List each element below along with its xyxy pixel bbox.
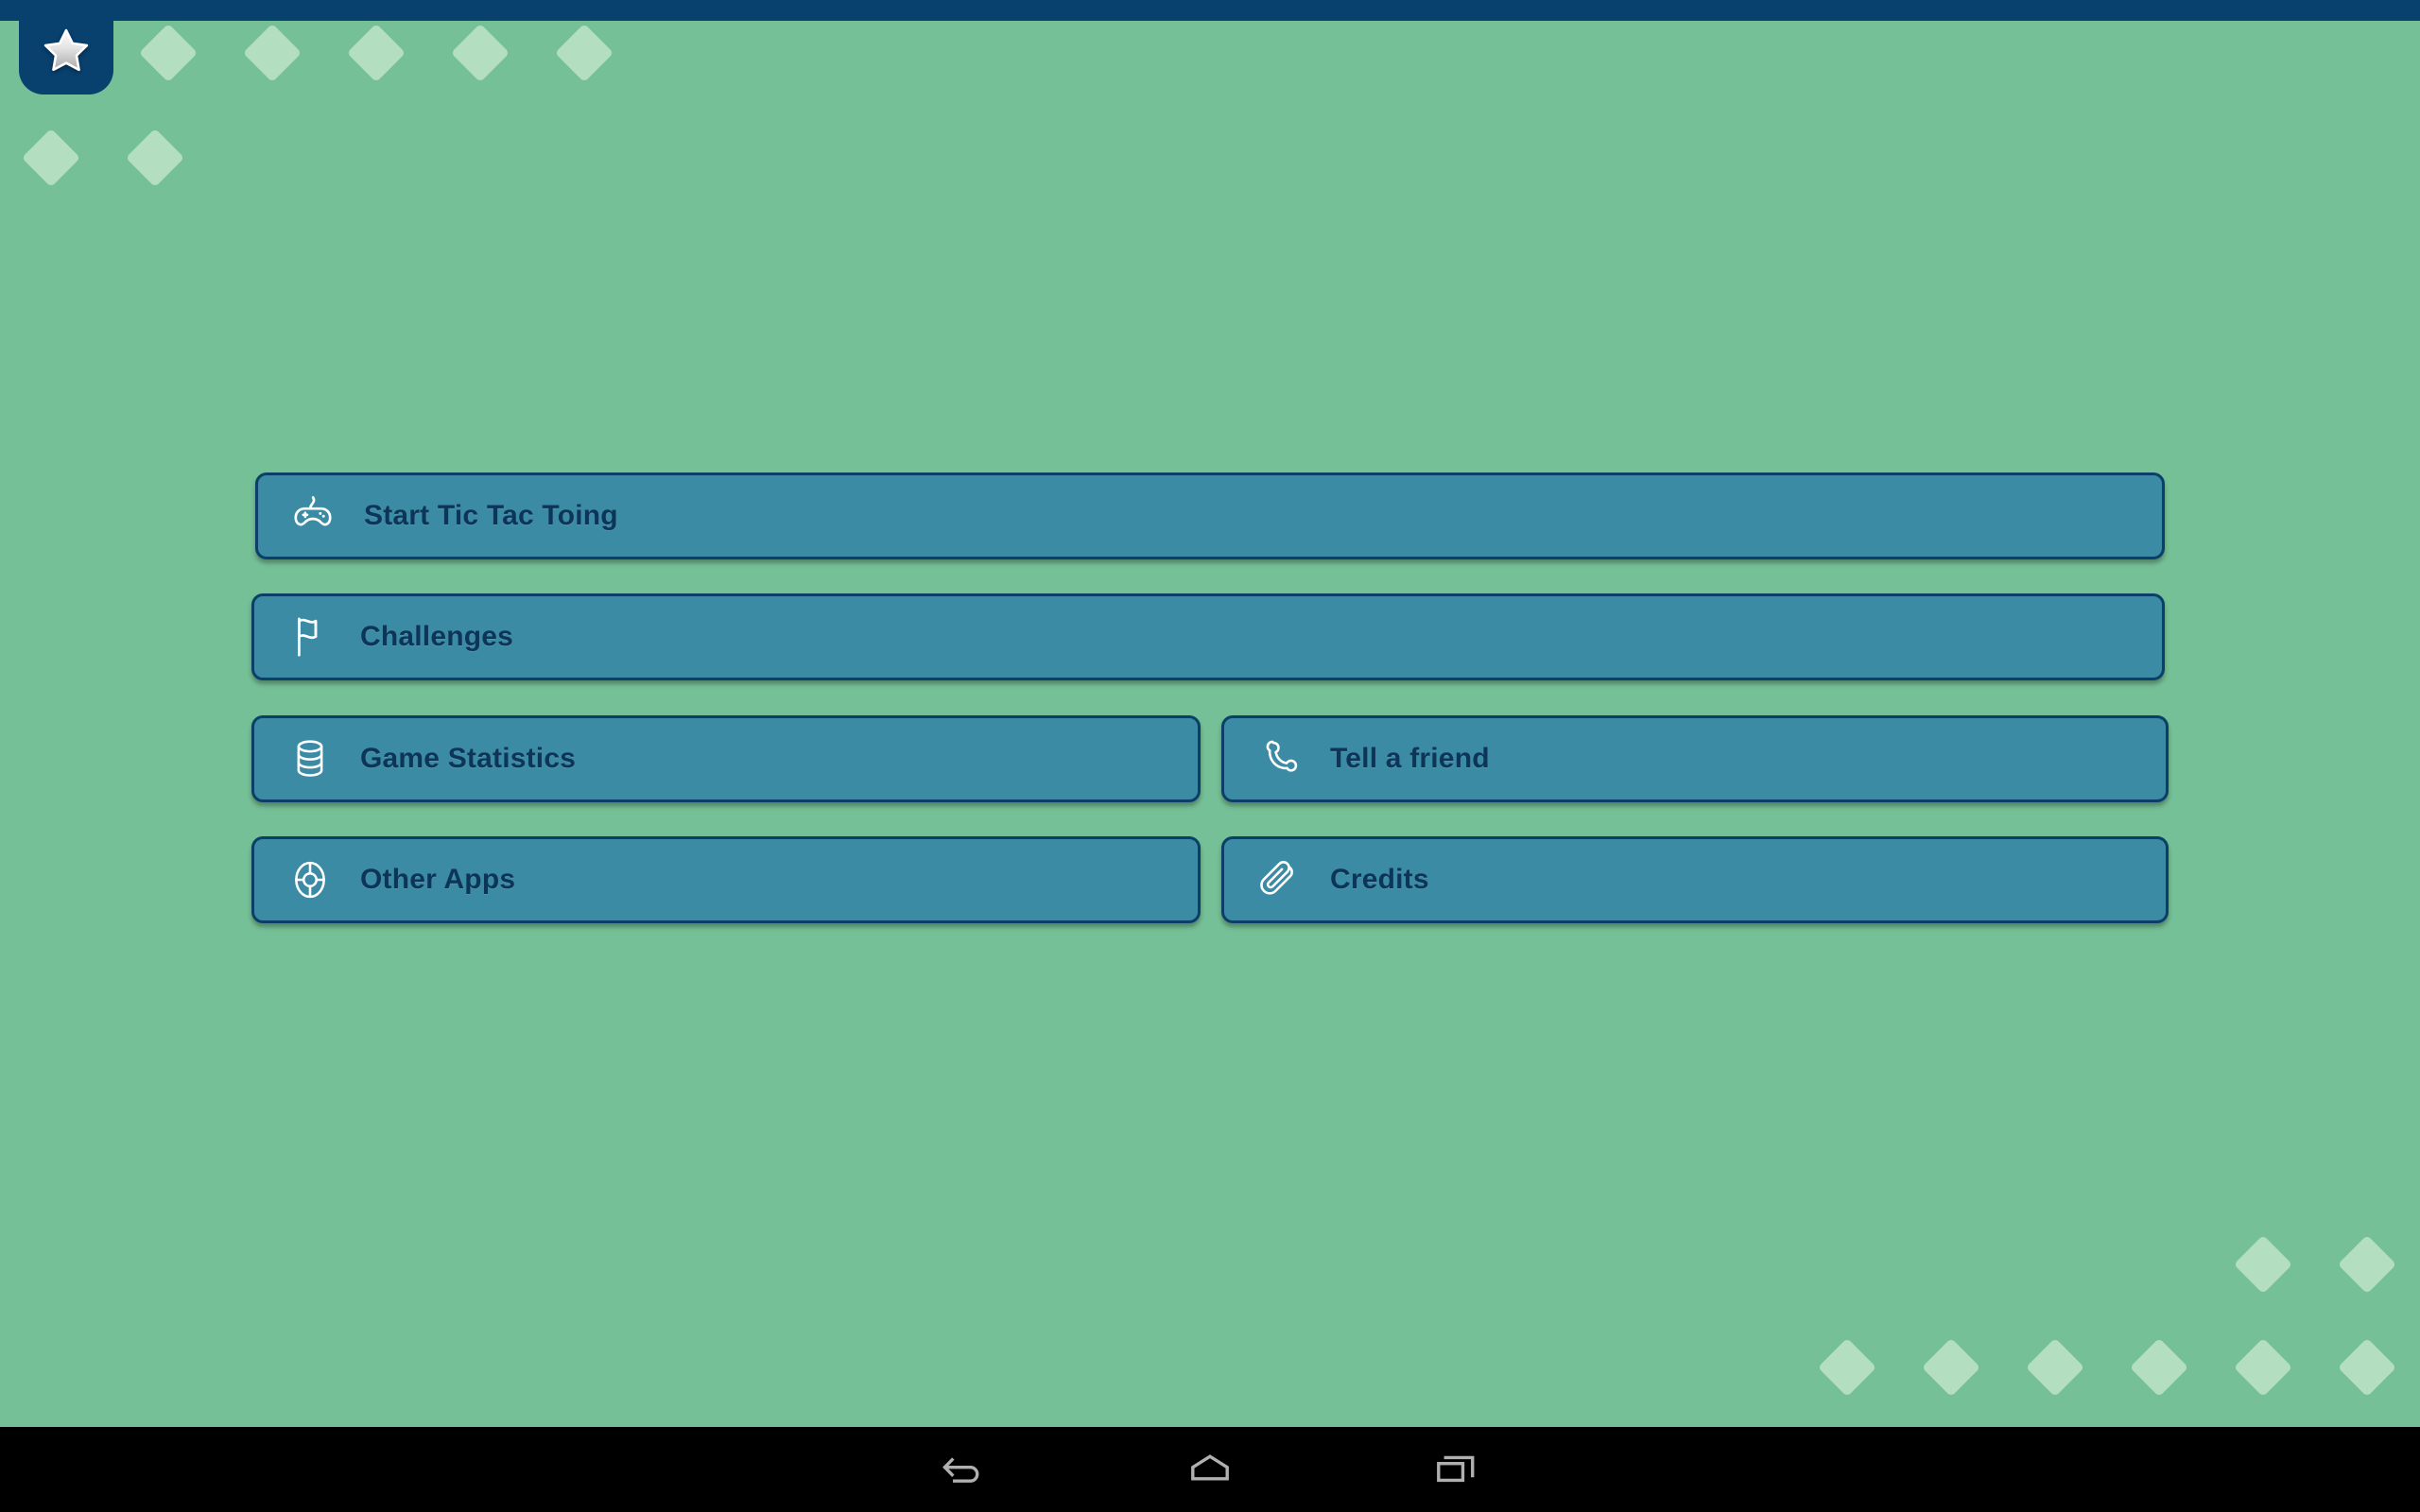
decorative-diamond	[242, 23, 302, 83]
decorative-diamond	[2025, 1337, 2085, 1398]
decorative-diamond	[2337, 1234, 2397, 1295]
decorative-diamond	[2337, 1337, 2397, 1398]
game-statistics-button[interactable]: Game Statistics	[251, 715, 1201, 802]
menu-row: Other Apps Credits	[251, 836, 2169, 923]
credits-button[interactable]: Credits	[1221, 836, 2169, 923]
database-icon	[281, 735, 339, 782]
tell-a-friend-button[interactable]: Tell a friend	[1221, 715, 2169, 802]
decorative-diamond	[1921, 1337, 1981, 1398]
menu-button-label: Challenges	[360, 621, 514, 652]
app-screen: Start Tic Tac Toing Challenges Game Stat…	[0, 0, 2420, 1512]
status-bar	[0, 0, 2420, 21]
menu-button-label: Start Tic Tac Toing	[364, 500, 618, 531]
decorative-diamond	[125, 128, 185, 188]
nav-back-button[interactable]	[884, 1427, 1045, 1512]
decorative-diamond	[450, 23, 510, 83]
menu-row: Challenges	[251, 593, 2165, 680]
android-nav-bar	[0, 1427, 2420, 1512]
menu-row: Start Tic Tac Toing	[255, 472, 2165, 559]
paperclip-icon	[1251, 856, 1309, 903]
decorative-diamond	[2233, 1234, 2293, 1295]
menu-button-label: Game Statistics	[360, 743, 577, 774]
phone-icon	[1251, 735, 1309, 782]
decorative-diamond	[346, 23, 406, 83]
start-game-button[interactable]: Start Tic Tac Toing	[255, 472, 2165, 559]
home-icon	[1184, 1443, 1236, 1496]
favorites-star-tab[interactable]	[19, 0, 113, 94]
lifebuoy-icon	[281, 856, 339, 903]
recent-apps-icon	[1429, 1443, 1482, 1496]
menu-button-label: Other Apps	[360, 864, 516, 895]
back-arrow-icon	[938, 1443, 991, 1496]
star-icon	[40, 25, 93, 77]
decorative-diamond	[2129, 1337, 2189, 1398]
decorative-diamond	[21, 128, 81, 188]
challenges-button[interactable]: Challenges	[251, 593, 2165, 680]
flag-icon	[281, 612, 339, 662]
decorative-diamond	[138, 23, 199, 83]
menu-button-label: Tell a friend	[1330, 743, 1490, 774]
menu-row: Game Statistics Tell a friend	[251, 715, 2169, 802]
decorative-diamond	[2233, 1337, 2293, 1398]
decorative-diamond	[1817, 1337, 1877, 1398]
menu-button-label: Credits	[1330, 864, 1429, 895]
gamepad-icon	[285, 491, 343, 541]
nav-home-button[interactable]	[1130, 1427, 1290, 1512]
other-apps-button[interactable]: Other Apps	[251, 836, 1201, 923]
nav-recent-apps-button[interactable]	[1375, 1427, 1536, 1512]
decorative-diamond	[554, 23, 614, 83]
